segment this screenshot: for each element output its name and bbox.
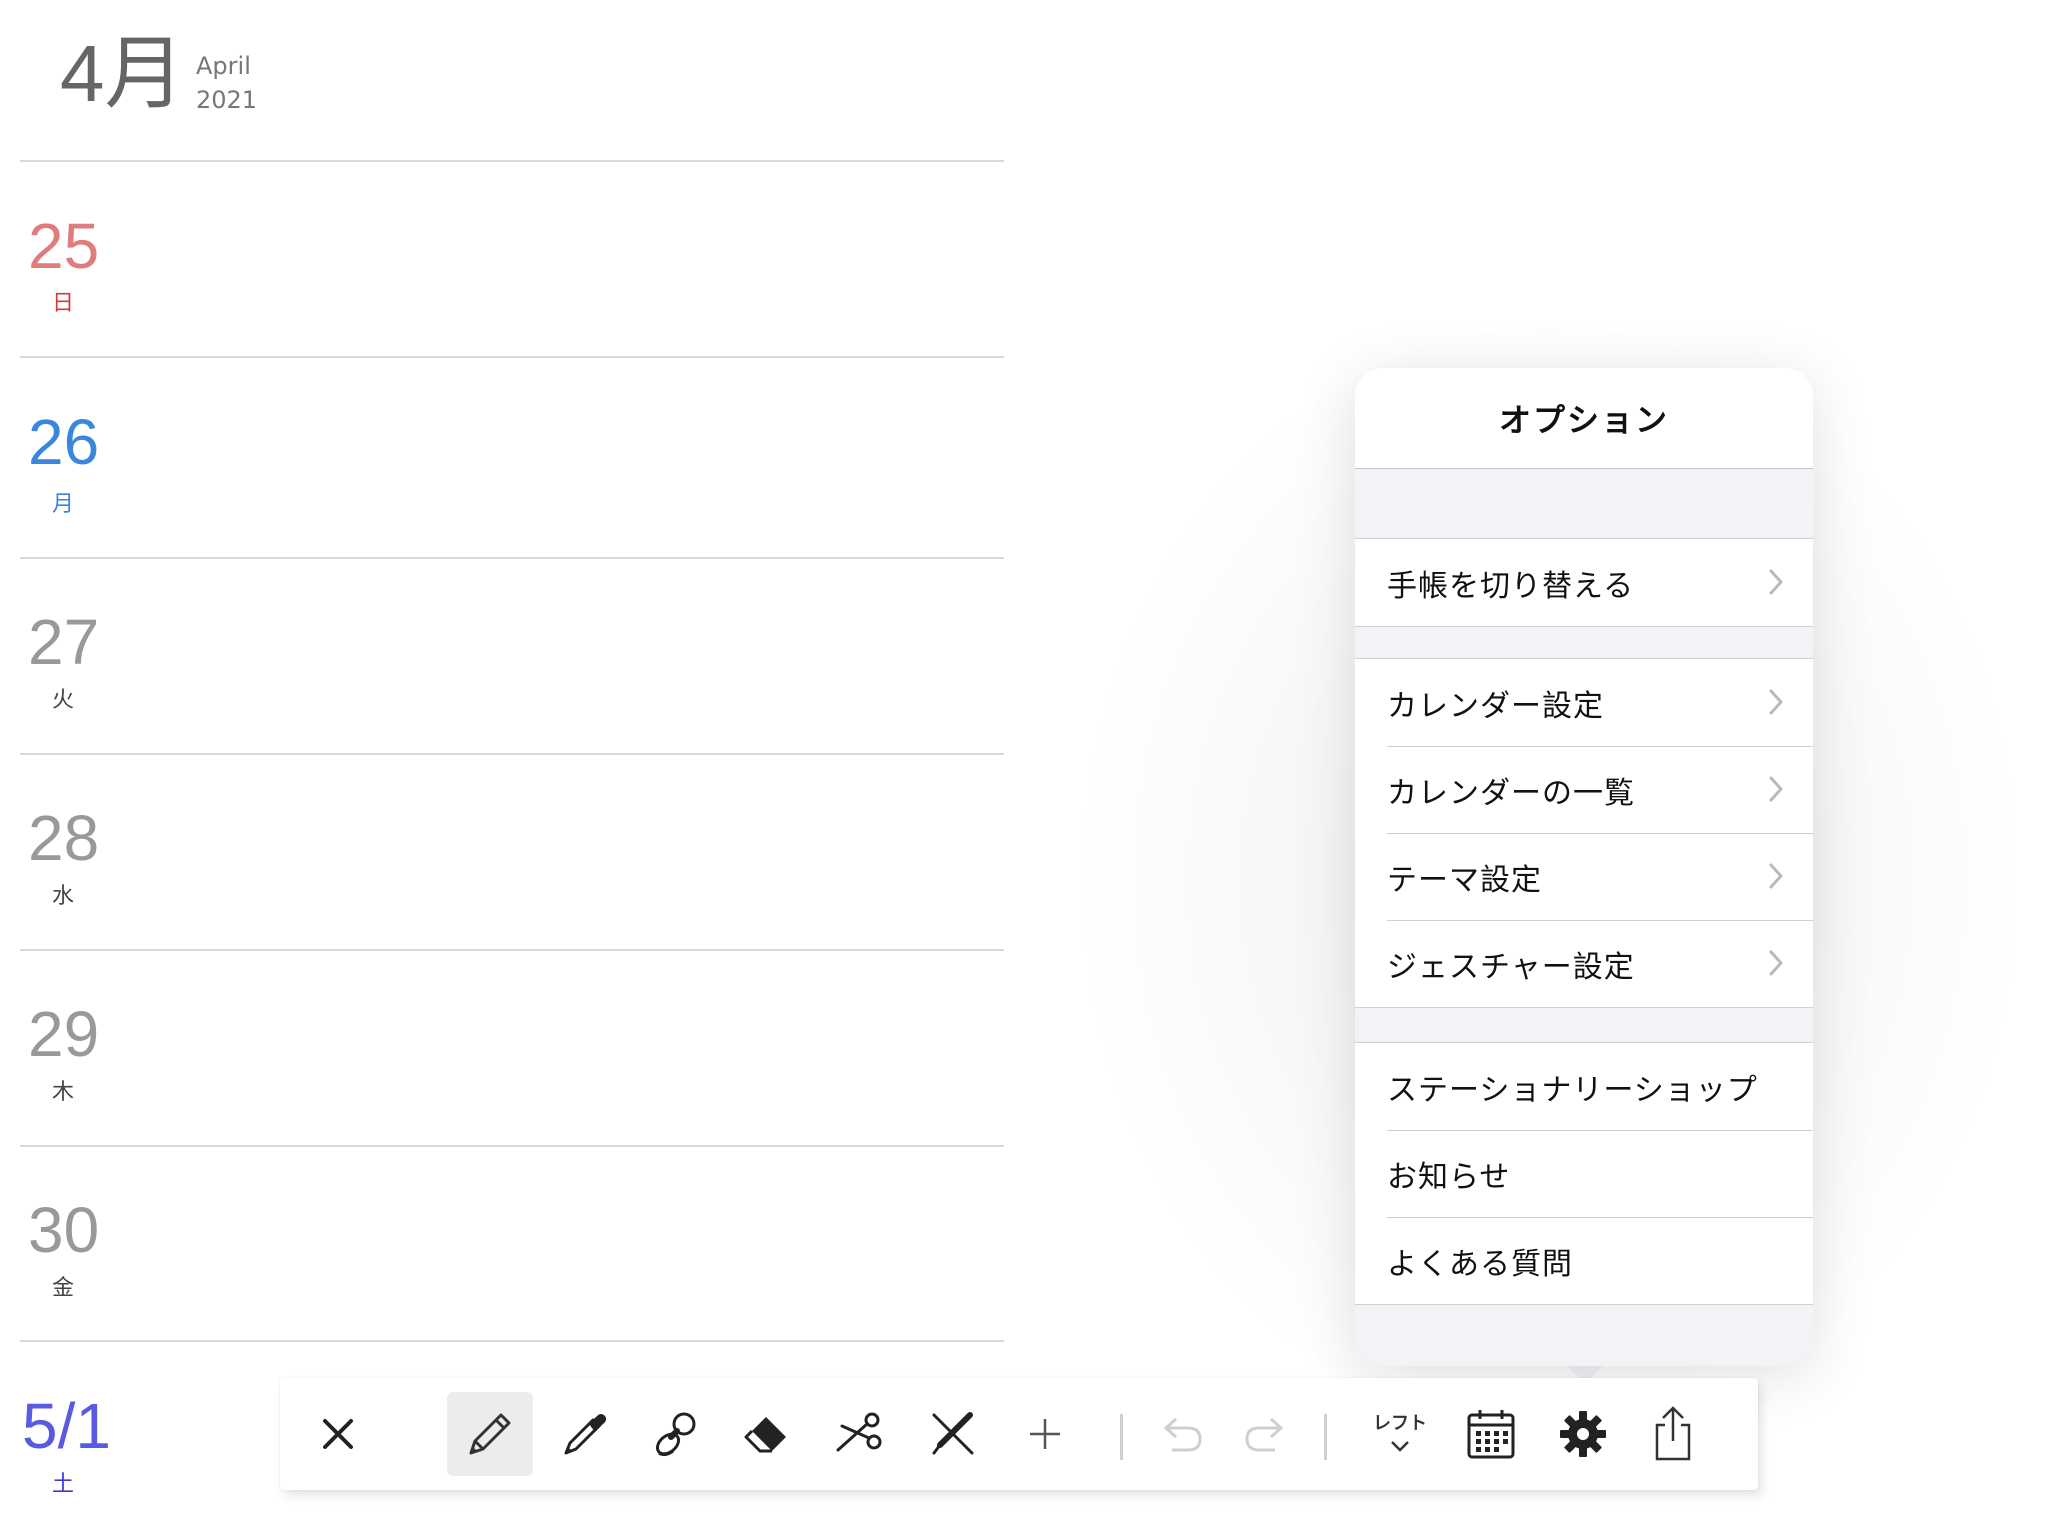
month-english: April — [196, 52, 251, 80]
day-weekday: 火 — [52, 688, 75, 713]
chevron-right-icon — [1769, 863, 1783, 889]
day-number: 29 — [28, 998, 100, 1070]
options-group-notebook: 手帳を切り替える — [1355, 538, 1813, 627]
menu-item-label: テーマ設定 — [1387, 862, 1542, 898]
plus-icon — [1030, 1419, 1060, 1449]
chevron-down-icon — [1391, 1441, 1409, 1452]
toolbar-separator — [1324, 1414, 1327, 1460]
menu-item-label: お知らせ — [1387, 1159, 1511, 1195]
menu-item-label: ジェスチャー設定 — [1387, 949, 1635, 985]
layout-label: レフト — [1373, 1413, 1427, 1434]
day-weekday: 月 — [52, 492, 75, 517]
menu-item-theme-settings[interactable]: テーマ設定 — [1355, 833, 1813, 920]
day-weekday: 木 — [52, 1080, 75, 1105]
undo-button[interactable] — [1138, 1392, 1224, 1476]
year-label: 2021 — [196, 86, 258, 114]
chevron-right-icon — [1769, 950, 1783, 976]
day-number: 30 — [28, 1194, 100, 1266]
options-group-info: ステーショナリーショップ お知らせ よくある質問 — [1355, 1042, 1813, 1305]
menu-item-stationery-shop[interactable]: ステーショナリーショップ — [1355, 1043, 1813, 1130]
pencil-icon — [469, 1413, 511, 1455]
divider — [20, 949, 1004, 951]
menu-item-notices[interactable]: お知らせ — [1355, 1130, 1813, 1217]
eraser-tool[interactable] — [726, 1392, 812, 1476]
pencil-tool[interactable] — [447, 1392, 533, 1476]
menu-item-label: 手帳を切り替える — [1387, 568, 1635, 604]
divider — [20, 160, 1004, 162]
share-icon — [1655, 1406, 1691, 1461]
menu-item-label: ステーショナリーショップ — [1387, 1072, 1758, 1108]
day-weekday: 日 — [52, 291, 75, 316]
eraser-icon — [744, 1417, 786, 1453]
day-weekday: 水 — [52, 884, 75, 909]
day-number: 27 — [28, 606, 100, 678]
popover-title: オプション — [1498, 401, 1669, 439]
popover-header: オプション — [1355, 368, 1813, 469]
chevron-right-icon — [1769, 569, 1783, 595]
undo-icon — [1163, 1417, 1202, 1452]
chevron-right-icon — [1769, 776, 1783, 802]
divider — [20, 557, 1004, 559]
day-number: 28 — [28, 802, 100, 874]
gear-icon — [1560, 1411, 1606, 1457]
scissors-icon — [836, 1412, 882, 1452]
stamp-icon — [655, 1412, 696, 1457]
stamp-tool[interactable] — [635, 1392, 721, 1476]
pen-tool[interactable] — [541, 1392, 627, 1476]
month-title: 4月 — [60, 29, 185, 118]
menu-item-calendar-list[interactable]: カレンダーの一覧 — [1355, 746, 1813, 833]
menu-item-faq[interactable]: よくある質問 — [1355, 1217, 1813, 1304]
menu-item-label: よくある質問 — [1387, 1246, 1573, 1282]
chevron-right-icon — [1769, 689, 1783, 715]
menu-item-label: カレンダーの一覧 — [1387, 775, 1635, 811]
calendar-icon — [1467, 1410, 1515, 1459]
close-button[interactable] — [295, 1392, 381, 1476]
calendar-button[interactable] — [1448, 1392, 1534, 1476]
day-weekday: 土 — [52, 1472, 75, 1497]
toolbar-separator — [1120, 1414, 1123, 1460]
close-icon — [323, 1419, 353, 1449]
options-group-settings: カレンダー設定 カレンダーの一覧 テーマ設定 ジェスチャー設定 — [1355, 658, 1813, 1008]
day-number: 25 — [28, 210, 100, 282]
ruler-tool[interactable] — [910, 1392, 996, 1476]
redo-icon — [1245, 1417, 1284, 1452]
bottom-toolbar: レフト — [280, 1378, 1758, 1490]
share-button[interactable] — [1630, 1392, 1716, 1476]
redo-button[interactable] — [1223, 1392, 1309, 1476]
day-number: 5/1 — [22, 1390, 111, 1462]
scissors-tool[interactable] — [817, 1392, 903, 1476]
menu-item-calendar-settings[interactable]: カレンダー設定 — [1355, 659, 1813, 746]
divider — [20, 753, 1004, 755]
add-button[interactable] — [1002, 1392, 1088, 1476]
menu-item-gesture-settings[interactable]: ジェスチャー設定 — [1355, 920, 1813, 1007]
divider — [20, 1340, 1004, 1342]
menu-item-label: カレンダー設定 — [1387, 688, 1604, 724]
layout-toggle[interactable]: レフト — [1357, 1392, 1443, 1476]
day-number: 26 — [28, 406, 100, 478]
ruler-pen-icon — [932, 1412, 974, 1455]
options-popover: オプション 手帳を切り替える カレンダー設定 カレンダーの一覧 テーマ設定 ジェ… — [1355, 368, 1813, 1366]
divider — [20, 1145, 1004, 1147]
pen-icon — [564, 1414, 607, 1455]
menu-item-switch-notebook[interactable]: 手帳を切り替える — [1355, 539, 1813, 626]
settings-button[interactable] — [1540, 1392, 1626, 1476]
divider — [20, 356, 1004, 358]
day-weekday: 金 — [52, 1276, 75, 1301]
